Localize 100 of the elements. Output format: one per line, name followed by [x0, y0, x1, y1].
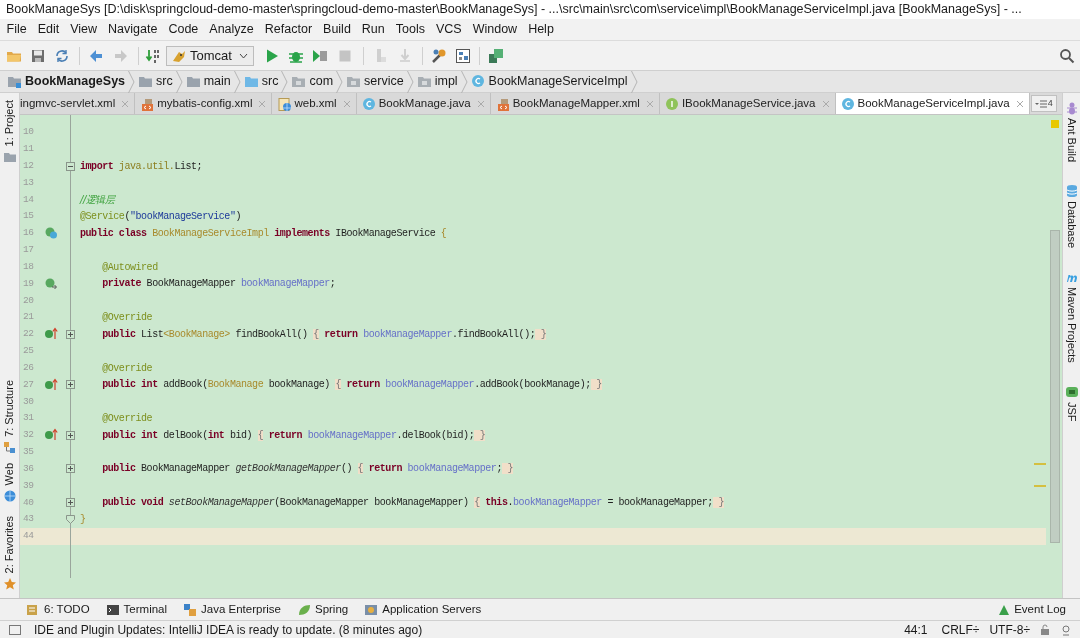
- ant-icon[interactable]: [1064, 101, 1079, 115]
- cursor-position[interactable]: 44:1: [904, 620, 928, 638]
- star-icon[interactable]: [2, 577, 17, 592]
- close-icon[interactable]: [342, 99, 351, 108]
- sdk-icon[interactable]: [487, 47, 504, 64]
- chevron-icon: [406, 70, 414, 93]
- database-icon[interactable]: [1064, 184, 1079, 199]
- folder-icon[interactable]: [2, 150, 17, 165]
- run-config-dropdown[interactable]: Tomcat: [166, 45, 254, 66]
- tool-window-button[interactable]: Terminal: [105, 600, 168, 619]
- menu-item[interactable]: Tools: [390, 20, 431, 39]
- close-icon[interactable]: [121, 99, 130, 108]
- tool-window-button[interactable]: 1: Project: [1, 100, 18, 147]
- chevron-icon: [128, 70, 136, 93]
- bean-class-icon[interactable]: [44, 226, 58, 241]
- window-title: BookManageSys [D:\disk\springcloud-demo-master\springcloud-demo-master\BookManageSys] - ...\src\main\src\com\service\impl\BookManageServiceImpl.java [BookManageSys] - ...: [6, 1, 1022, 19]
- breadcrumb-item[interactable]: impl: [416, 71, 458, 92]
- package-icon: [416, 74, 432, 89]
- bean-field-icon[interactable]: [44, 276, 58, 291]
- servers-icon: [364, 602, 379, 617]
- tool-window-button[interactable]: Web: [1, 463, 18, 486]
- fold-end-icon[interactable]: [66, 514, 75, 524]
- tool-window-button[interactable]: 6: TODO: [26, 600, 90, 619]
- breadcrumb-item[interactable]: service: [346, 71, 404, 92]
- save-icon[interactable]: [30, 47, 46, 64]
- lock-icon[interactable]: [1040, 623, 1050, 636]
- project-structure-icon[interactable]: [454, 47, 471, 64]
- close-icon[interactable]: [258, 99, 267, 108]
- code-line: public void setBookManageMapper(BookManageMapper bookManageMapper) { this.bookManageMapper = bookManageMapper; }: [101, 496, 724, 511]
- menu-item[interactable]: Window: [467, 20, 523, 39]
- menu-item[interactable]: File: [1, 20, 33, 39]
- line-number: 31: [22, 411, 35, 426]
- tool-window-button[interactable]: 7: Structure: [1, 380, 18, 437]
- tool-window-button[interactable]: Maven Projects: [1063, 287, 1080, 363]
- unfold-marker-icon[interactable]: [66, 329, 75, 339]
- menu-item[interactable]: Analyze: [203, 20, 260, 39]
- caret-icon: [238, 52, 248, 59]
- tool-window-button[interactable]: Spring: [296, 600, 349, 619]
- scrollbar-thumb[interactable]: [1050, 230, 1060, 543]
- implements-method-icon[interactable]: [44, 377, 58, 392]
- coverage-icon[interactable]: [311, 47, 328, 64]
- implements-method-icon[interactable]: [44, 327, 58, 342]
- editor-tab[interactable]: ingmvc-servlet.xml: [20, 93, 136, 114]
- folder-icon: [7, 74, 22, 89]
- breadcrumb-item[interactable]: src: [243, 71, 279, 92]
- tool-window-button[interactable]: 2: Favorites: [1, 516, 18, 574]
- menu-item[interactable]: Refactor: [259, 20, 318, 39]
- search-icon[interactable]: [1059, 47, 1075, 64]
- close-icon[interactable]: [1015, 99, 1024, 108]
- menu-item[interactable]: Edit: [32, 20, 65, 39]
- code-line: @Override: [101, 412, 153, 426]
- implements-method-icon[interactable]: [44, 428, 58, 443]
- jsf-icon[interactable]: [1064, 384, 1079, 399]
- menu-item[interactable]: Help: [522, 20, 560, 39]
- line-separator-selector[interactable]: CRLF÷: [941, 620, 980, 638]
- folder-icon: [243, 74, 259, 89]
- status-toggle-icon[interactable]: [8, 623, 22, 636]
- encoding-selector[interactable]: UTF-8÷: [989, 620, 1030, 638]
- menu-item[interactable]: Run: [356, 20, 391, 39]
- forward-arrow-icon[interactable]: [113, 47, 129, 64]
- globe-icon[interactable]: [2, 489, 17, 504]
- tool-window-button[interactable]: JSF: [1063, 401, 1080, 422]
- breadcrumb-item[interactable]: src: [138, 71, 173, 92]
- close-icon[interactable]: [476, 99, 485, 108]
- tool-window-button[interactable]: Application Servers: [364, 600, 482, 619]
- breadcrumb-item[interactable]: BookManageServiceImpl: [470, 71, 628, 92]
- code-line: public int addBook(BookManage bookManage) { return bookManageMapper.addBook(bookManage); }: [101, 378, 602, 393]
- close-icon[interactable]: [821, 99, 830, 108]
- code-line: import java.util.List;: [80, 159, 203, 174]
- tool-window-button[interactable]: Java Enterprise: [183, 600, 281, 619]
- chevron-icon: [233, 70, 241, 93]
- structure-icon[interactable]: [2, 440, 17, 455]
- tool-window-button[interactable]: Database: [1063, 201, 1080, 249]
- menu-item[interactable]: VCS: [430, 20, 468, 39]
- chevron-icon: [336, 70, 344, 93]
- menu-item[interactable]: Build: [317, 20, 357, 39]
- unfold-marker-icon[interactable]: [66, 464, 75, 474]
- tab-overflow-button[interactable]: 4: [1030, 95, 1057, 112]
- line-number: 32: [22, 428, 35, 443]
- close-icon[interactable]: [645, 99, 654, 108]
- menu-item[interactable]: View: [64, 20, 103, 39]
- menu-item[interactable]: Code: [162, 20, 204, 39]
- breadcrumb-item[interactable]: com: [291, 71, 334, 92]
- line-number: 17: [22, 243, 35, 258]
- sync-icon[interactable]: [54, 47, 70, 64]
- tool-window-button[interactable]: Event Log: [998, 600, 1066, 619]
- unfold-marker-icon[interactable]: [66, 380, 75, 390]
- fold-marker-icon[interactable]: [66, 161, 75, 171]
- breadcrumb-item[interactable]: BookManageSys: [7, 71, 126, 92]
- line-number: 18: [22, 259, 35, 274]
- unfold-marker-icon[interactable]: [66, 498, 75, 508]
- settings-icon[interactable]: [430, 47, 447, 64]
- menu-item[interactable]: Navigate: [102, 20, 163, 39]
- unfold-marker-icon[interactable]: [66, 430, 75, 440]
- editor-tab[interactable]: BookManageServiceImpl.java: [835, 93, 1030, 114]
- xml-file-icon: [140, 96, 155, 111]
- code-line: @Autowired: [101, 260, 158, 275]
- breadcrumb-item[interactable]: main: [185, 71, 231, 92]
- tool-window-button[interactable]: Ant Build: [1063, 118, 1080, 163]
- build-icon[interactable]: [145, 47, 161, 64]
